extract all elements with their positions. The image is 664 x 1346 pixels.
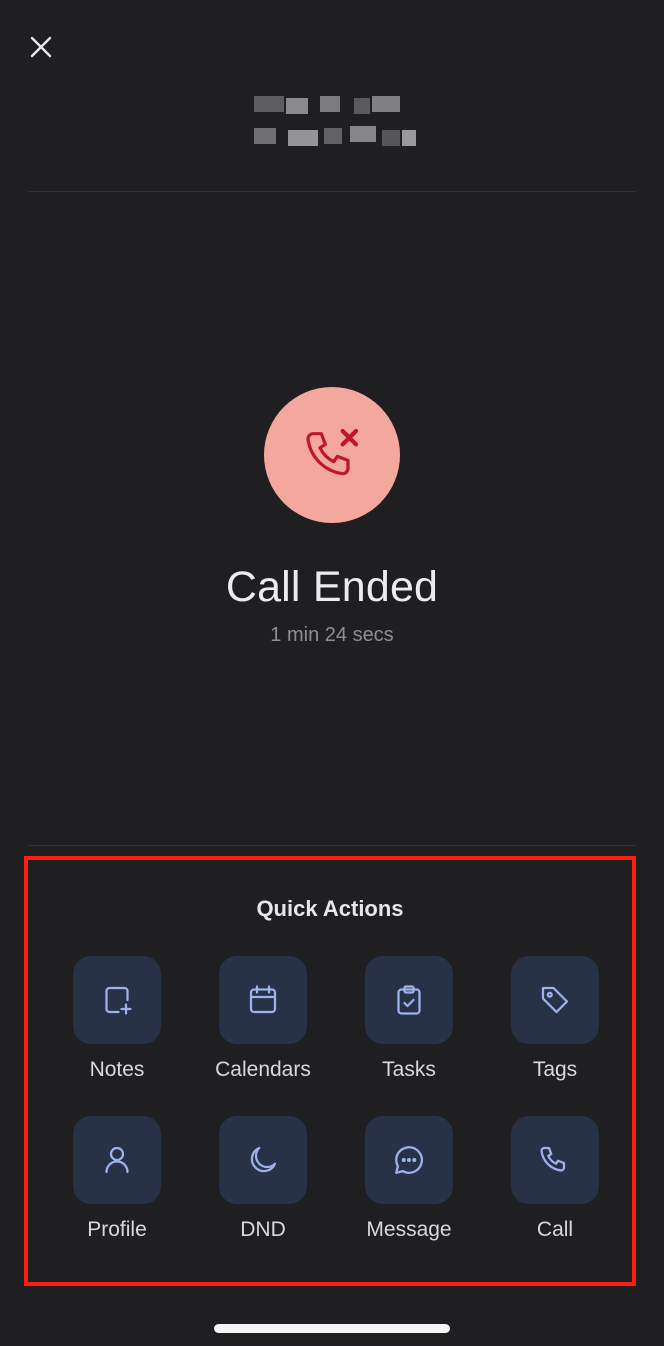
quick-action-message-label: Message <box>366 1218 452 1241</box>
quick-action-call-label: Call <box>536 1218 574 1241</box>
quick-actions-title: Quick Actions <box>256 896 404 921</box>
quick-action-call-tile <box>511 1116 599 1204</box>
quick-actions-grid: Notes Calendars Tasks Tags Profile DND M… <box>28 956 632 1276</box>
close-icon <box>30 36 52 58</box>
quick-action-calendars-label: Calendars <box>215 1058 311 1081</box>
moon-icon <box>250 1146 277 1173</box>
quick-action-profile-label: Profile <box>87 1218 147 1241</box>
quick-action-profile[interactable]: Profile <box>44 1116 190 1276</box>
tag-icon <box>541 986 569 1014</box>
quick-action-tags-tile <box>511 956 599 1044</box>
quick-action-dnd-tile <box>219 1116 307 1204</box>
quick-action-dnd-label: DND <box>240 1218 286 1241</box>
clipboard-check-icon <box>397 985 421 1015</box>
note-add-icon <box>105 986 132 1015</box>
quick-action-tasks-label: Tasks <box>382 1058 436 1081</box>
call-duration: 1 min 24 secs <box>270 624 394 646</box>
quick-action-notes-tile <box>73 956 161 1044</box>
quick-action-tasks-tile <box>365 956 453 1044</box>
quick-action-calendars-tile <box>219 956 307 1044</box>
phone-icon <box>540 1146 566 1172</box>
redacted-contact-name <box>254 96 418 148</box>
phone-missed-icon <box>306 428 359 476</box>
bottom-divider <box>28 845 636 846</box>
quick-action-dnd[interactable]: DND <box>190 1116 336 1276</box>
quick-action-call[interactable]: Call <box>482 1116 628 1276</box>
quick-action-tags-label: Tags <box>532 1058 578 1081</box>
quick-actions-panel: Quick Actions Notes Calendars Tasks Tags… <box>24 856 636 1286</box>
quick-action-notes[interactable]: Notes <box>44 956 190 1116</box>
call-status-title: Call Ended <box>225 563 439 611</box>
quick-action-message[interactable]: Message <box>336 1116 482 1276</box>
close-button[interactable] <box>22 28 60 66</box>
home-indicator[interactable] <box>214 1324 450 1333</box>
calendar-icon <box>249 985 277 1014</box>
quick-action-tasks[interactable]: Tasks <box>336 956 482 1116</box>
quick-action-tags[interactable]: Tags <box>482 956 628 1116</box>
call-ended-badge <box>264 387 400 523</box>
quick-action-profile-tile <box>73 1116 161 1204</box>
chat-bubble-icon <box>395 1146 423 1174</box>
quick-action-notes-label: Notes <box>89 1058 145 1081</box>
user-icon <box>105 1146 129 1174</box>
top-divider <box>28 191 636 192</box>
quick-action-message-tile <box>365 1116 453 1204</box>
quick-action-calendars[interactable]: Calendars <box>190 956 336 1116</box>
